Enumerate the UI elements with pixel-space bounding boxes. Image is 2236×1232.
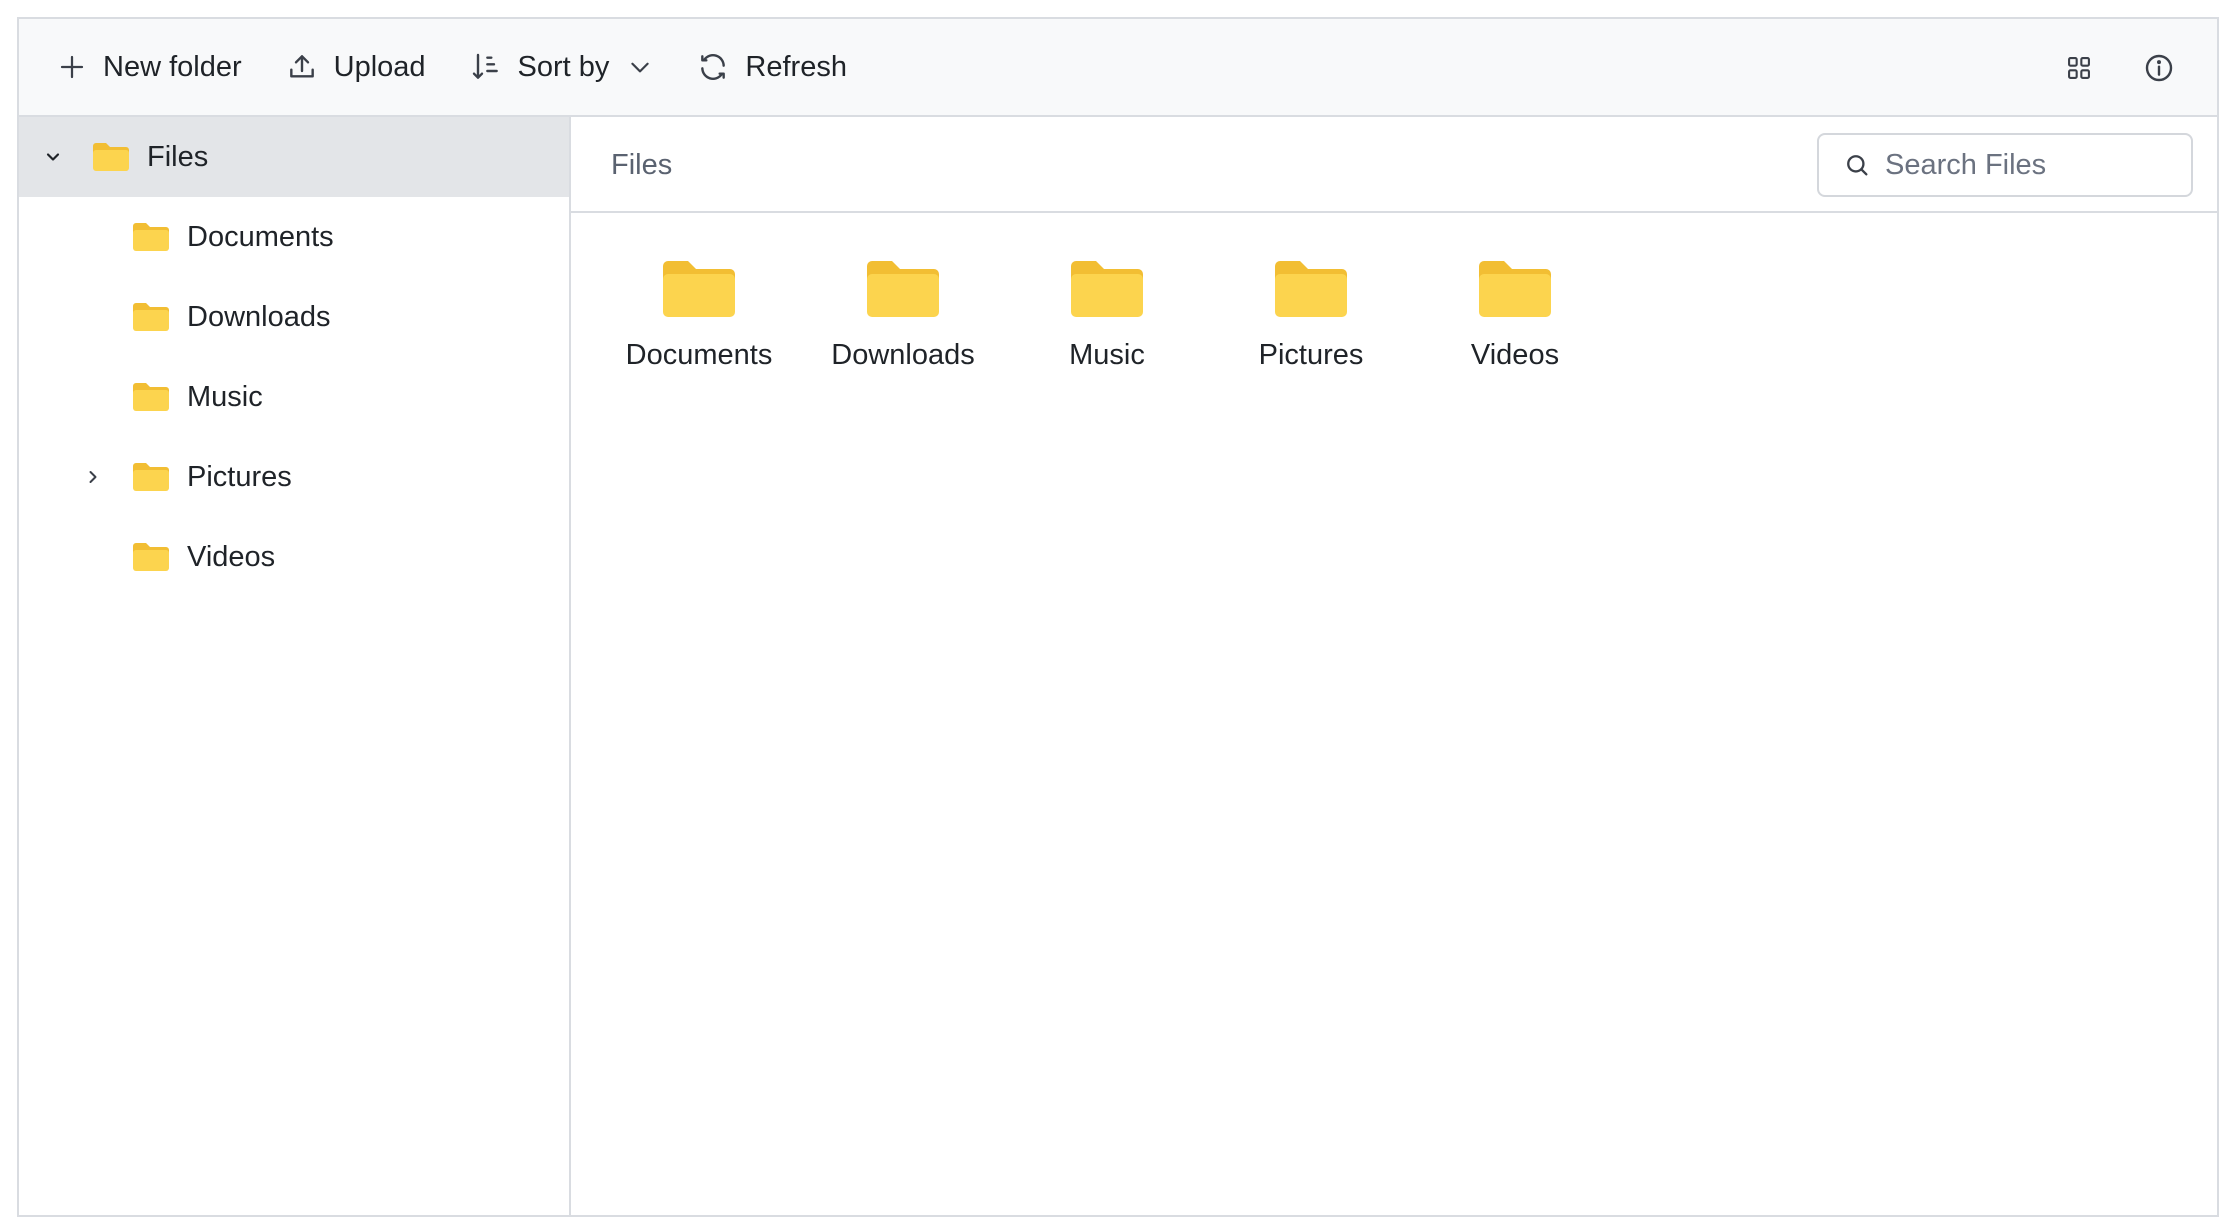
grid-view-button[interactable]: [2059, 48, 2099, 88]
folder-tile-videos[interactable]: Videos: [1413, 257, 1617, 372]
tree-item-files[interactable]: Files: [19, 117, 569, 197]
folder-icon: [133, 463, 169, 491]
sort-icon: [472, 53, 498, 79]
tree-item-downloads[interactable]: Downloads: [19, 277, 569, 357]
folder-tile-label: Videos: [1470, 339, 1560, 371]
tree-item-pictures[interactable]: Pictures: [19, 437, 569, 517]
folder-tile-label: Pictures: [1258, 339, 1364, 371]
main-header: Files: [571, 117, 2217, 213]
file-manager-window: New folder Upload Sort by Refresh Files …: [17, 17, 2219, 1217]
grid-view-icon: [2068, 57, 2090, 79]
refresh-label: Refresh: [745, 50, 847, 83]
new-folder-label: New folder: [103, 50, 242, 83]
breadcrumb[interactable]: Files: [611, 117, 672, 213]
upload-icon: [289, 55, 314, 78]
tree-item-label: Files: [147, 140, 209, 173]
expand-toggle[interactable]: [81, 465, 105, 489]
new-folder-button[interactable]: New folder: [57, 37, 242, 97]
search-input[interactable]: [1885, 148, 2185, 182]
folder-icon: [133, 303, 169, 331]
tree-item-label: Downloads: [187, 300, 331, 333]
folder-icon: [133, 383, 169, 411]
chevron-right-icon: [89, 471, 97, 483]
plus-icon: [60, 55, 84, 79]
toolbar: New folder Upload Sort by Refresh: [19, 19, 2217, 117]
folder-tree: Files Documents Downloads Music Pictures…: [19, 117, 571, 1215]
folder-icon: [133, 223, 169, 251]
folder-tile-downloads[interactable]: Downloads: [801, 257, 1005, 372]
folder-icon: [1479, 261, 1551, 317]
search-icon: [1847, 155, 1868, 176]
info-button[interactable]: [2139, 48, 2179, 88]
upload-label: Upload: [333, 50, 426, 83]
tree-item-label: Documents: [187, 220, 334, 253]
folder-tile-label: Music: [1069, 339, 1145, 371]
folder-icon: [133, 543, 169, 571]
sort-by-label: Sort by: [517, 50, 610, 83]
tree-item-label: Music: [187, 380, 263, 413]
tree-item-label: Videos: [187, 540, 276, 573]
folder-grid: Documents Downloads Music Pictures Video…: [597, 257, 1617, 372]
folder-icon: [93, 143, 129, 171]
expand-toggle[interactable]: [41, 145, 65, 169]
refresh-icon: [701, 54, 726, 80]
folder-icon: [867, 261, 939, 317]
sort-by-dropdown[interactable]: Sort by: [470, 37, 654, 97]
folder-tile-music[interactable]: Music: [1005, 257, 1209, 372]
tree-item-videos[interactable]: Videos: [19, 517, 569, 597]
toolbar-right: [2059, 19, 2179, 117]
tree-item-music[interactable]: Music: [19, 357, 569, 437]
folder-icon: [1071, 261, 1143, 317]
tree-item-label: Pictures: [187, 460, 292, 493]
folder-icon: [1275, 261, 1347, 317]
chevron-down-icon: [631, 62, 650, 73]
folder-tile-label: Downloads: [831, 339, 975, 371]
upload-button[interactable]: Upload: [286, 37, 426, 97]
breadcrumb-item[interactable]: Files: [611, 149, 672, 182]
chevron-down-icon: [46, 153, 60, 161]
search-box[interactable]: [1817, 133, 2193, 197]
info-icon: [2145, 54, 2173, 82]
folder-icon: [663, 261, 735, 317]
folder-tile-pictures[interactable]: Pictures: [1209, 257, 1413, 372]
folder-tile-documents[interactable]: Documents: [597, 257, 801, 372]
main-pane: Files Documents: [571, 117, 2217, 1215]
folder-tile-label: Documents: [625, 339, 773, 371]
refresh-button[interactable]: Refresh: [697, 37, 847, 97]
tree-item-documents[interactable]: Documents: [19, 197, 569, 277]
